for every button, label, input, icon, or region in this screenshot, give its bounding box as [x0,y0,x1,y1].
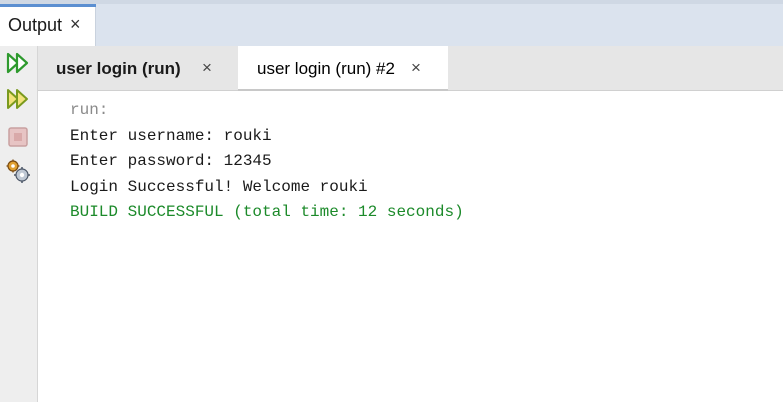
tab-label: user login (run) #2 [257,59,395,78]
rerun-with-parameters-button[interactable] [5,86,31,112]
console-line-build-status: BUILD SUCCESSFUL (total time: 12 seconds… [70,203,464,221]
run-tabs-bar: user login (run) × user login (run) #2 × [38,46,783,92]
settings-button[interactable] [5,158,31,184]
console-line-password: Enter password: 12345 [70,152,272,170]
output-toolbar [0,46,38,402]
output-tab-label: Output [8,15,63,35]
stop-button[interactable] [5,124,31,150]
tab-close-icon[interactable]: × [202,59,212,76]
active-tab-accent [0,4,96,7]
output-window-tab[interactable]: Output × [0,4,96,46]
tab-user-login-run[interactable]: user login (run) × [38,46,238,91]
tab-label: user login (run) [56,59,181,78]
console-line-username: Enter username: rouki [70,127,272,145]
double-play-green-icon [6,52,29,74]
window-top-border [0,0,783,4]
console-output[interactable]: run: Enter username: rouki Enter passwor… [38,91,783,402]
console-line-run: run: [70,101,109,119]
gear-icon [6,159,30,183]
output-window-tabbar: Output × [0,0,783,46]
console-line-login: Login Successful! Welcome rouki [70,178,368,196]
tab-close-icon[interactable]: × [411,59,421,76]
rerun-button[interactable] [5,50,31,76]
tab-user-login-run-2[interactable]: user login (run) #2 × [238,46,448,92]
output-tab-close-icon[interactable]: × [70,15,81,33]
double-play-yellow-icon [7,89,28,109]
stop-icon [8,127,28,147]
